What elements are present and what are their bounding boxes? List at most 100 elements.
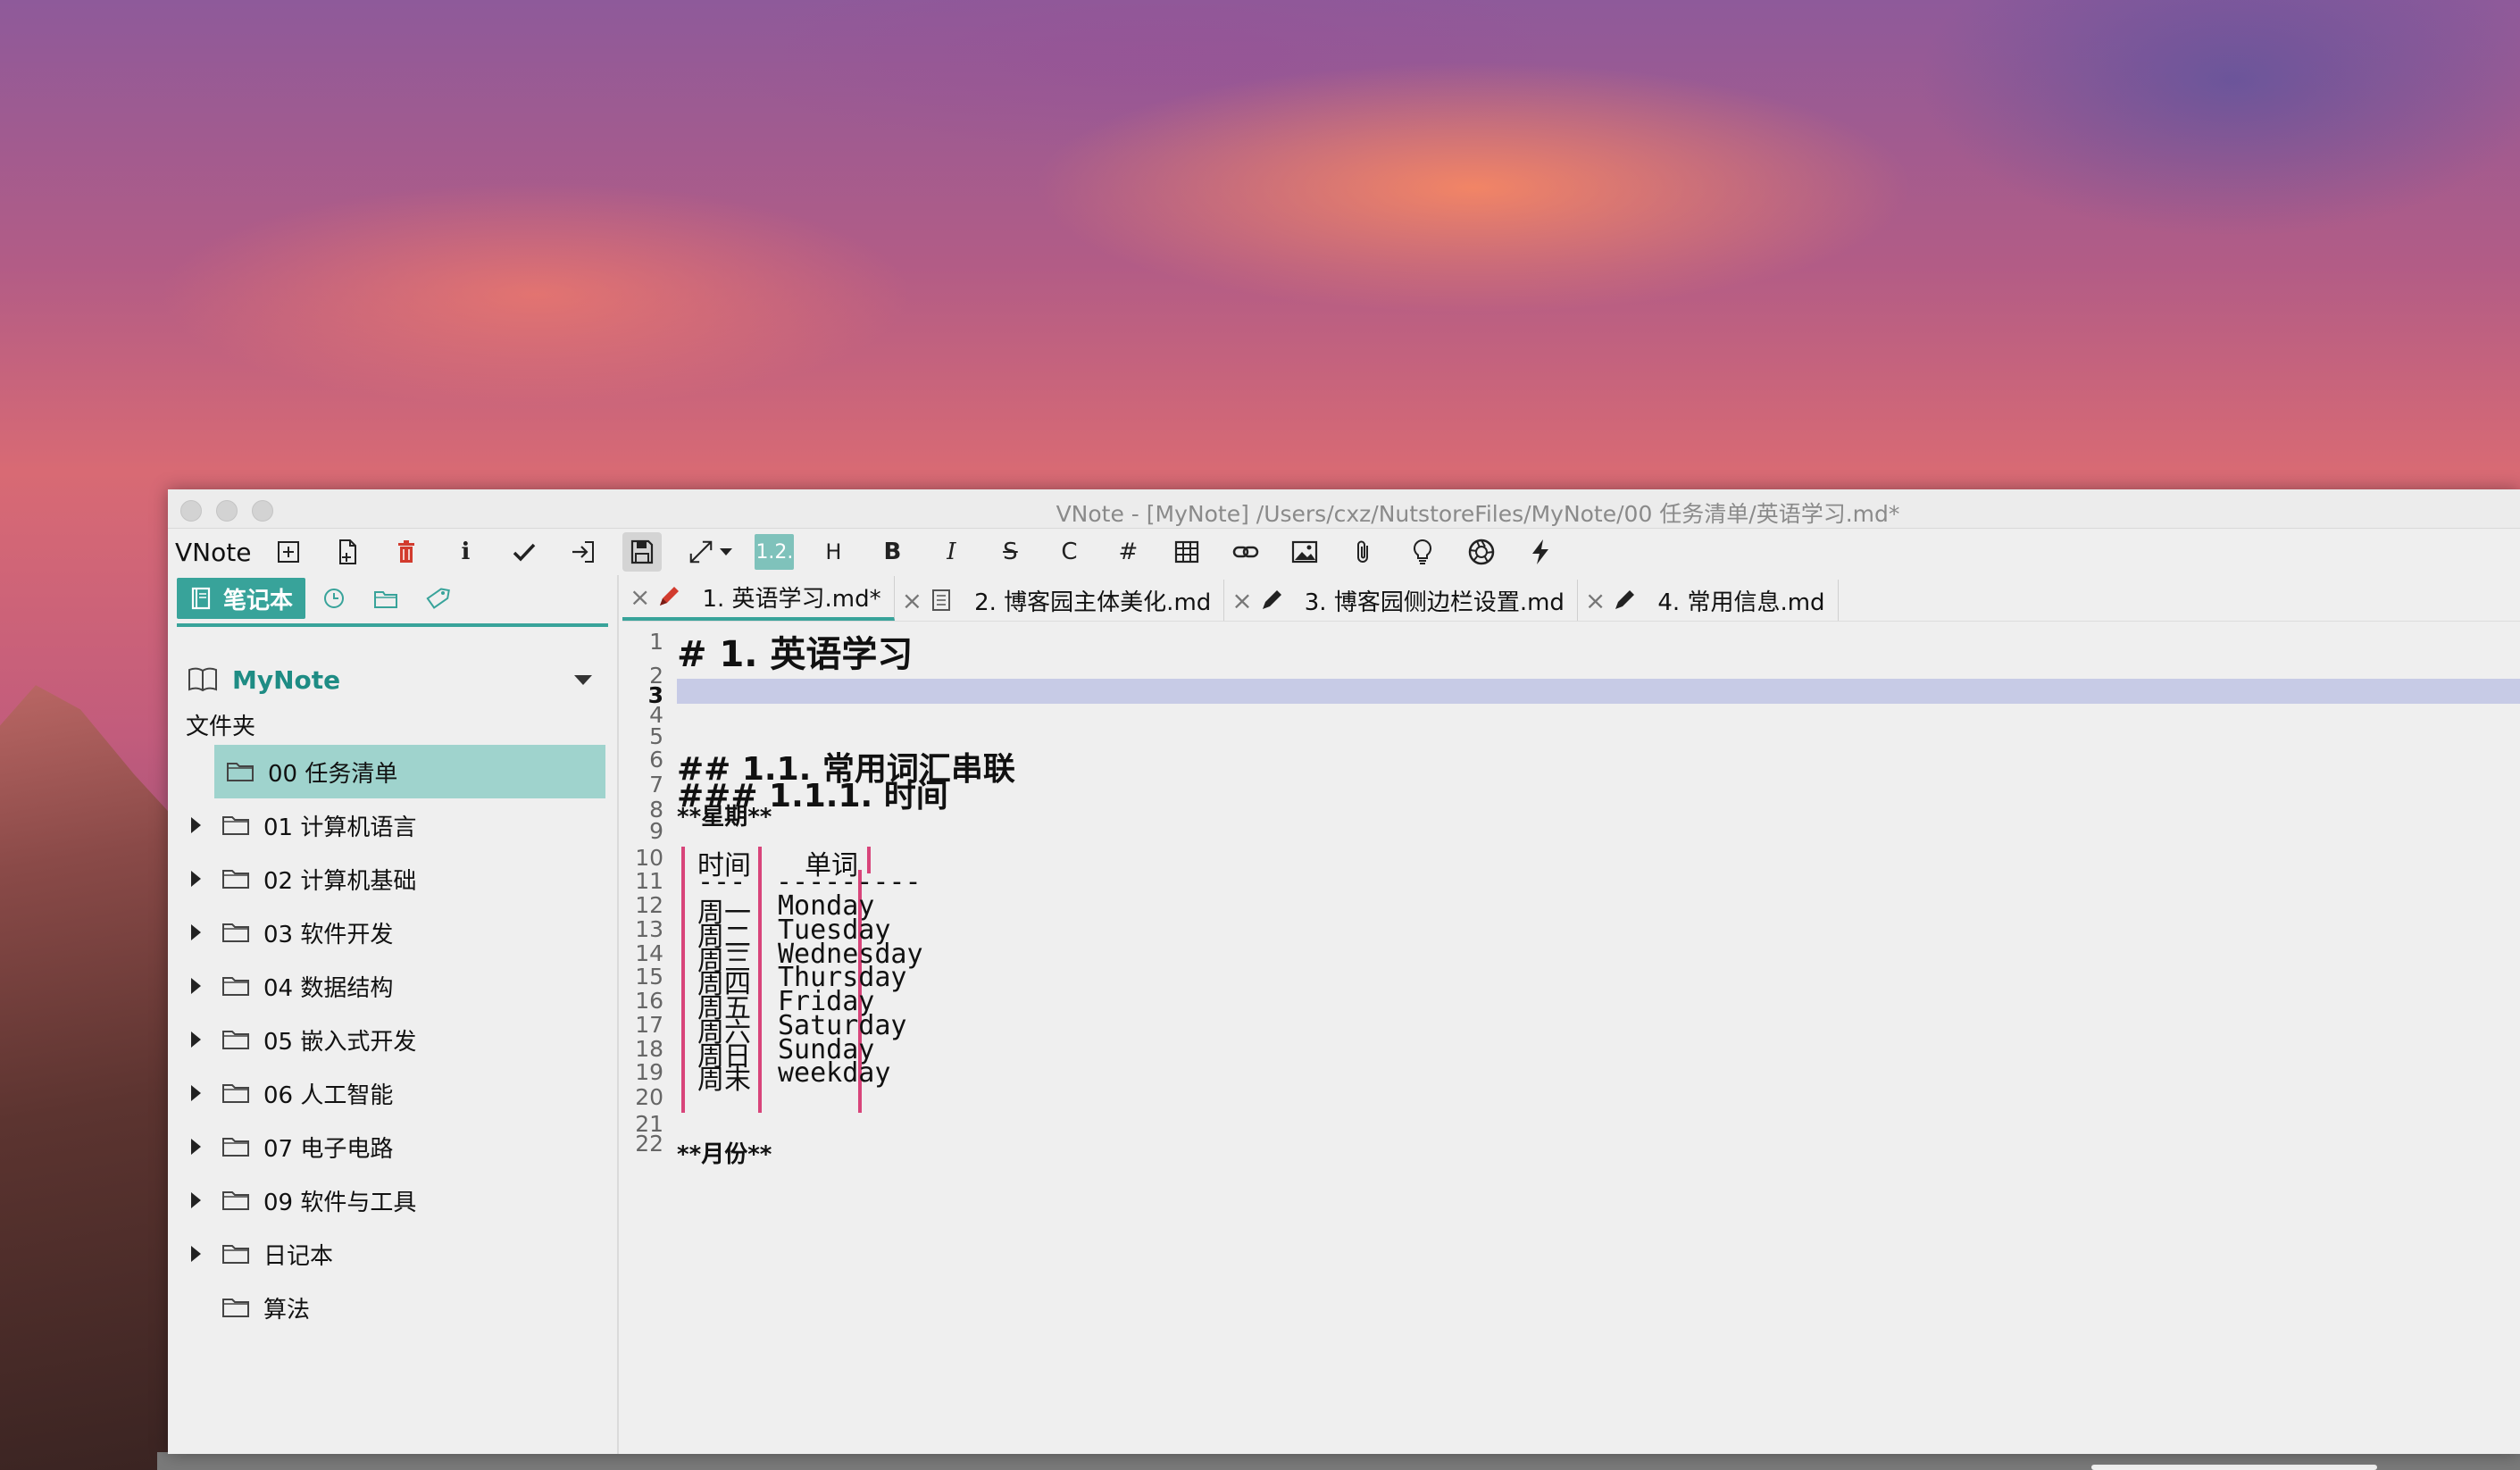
folder-label: 01 计算机语言: [263, 814, 417, 841]
markdown-heading-1: # 1. 英语学习: [677, 634, 914, 675]
clock-icon: [324, 589, 345, 608]
table-pipe: [681, 1061, 685, 1088]
save-icon: [631, 539, 654, 564]
folder-icon: [222, 1138, 249, 1157]
save-button[interactable]: [622, 532, 663, 572]
notebook-panel: 笔记本 MyNote 文件夹 00 任务清单 01 计算机语言 02 计算机基础 03…: [168, 575, 619, 1454]
close-icon[interactable]: ×: [902, 586, 922, 615]
folder-item[interactable]: 00 任务清单: [214, 745, 605, 798]
table-pipe: [758, 894, 762, 921]
table-pipe: [681, 1086, 685, 1113]
tab-note[interactable]: × 2. 博客园主体美化.md: [895, 580, 1225, 621]
folder-section-label: 文件夹: [186, 714, 256, 740]
folder-item[interactable]: 04 数据结构: [168, 959, 617, 1013]
folder-icon: [222, 870, 249, 889]
attachment-button[interactable]: [1344, 532, 1383, 572]
folder-icon: [227, 763, 254, 781]
link-button[interactable]: [1226, 532, 1265, 572]
expand-arrow-icon[interactable]: [191, 924, 201, 940]
folder-item[interactable]: 06 人工智能: [168, 1066, 617, 1120]
snapshot-button[interactable]: [1462, 532, 1501, 572]
notebook-icon: [191, 587, 211, 610]
current-line-highlight: [677, 679, 2520, 704]
editor-tabs: × 1. 英语学习.md* × 2. 博客园主体美化.md × 3. 博客园侧边栏设置.m…: [622, 575, 2520, 622]
tab-label: 4. 常用信息.md: [1657, 589, 1825, 616]
expand-arrow-icon[interactable]: [191, 1246, 201, 1262]
folder-item[interactable]: 02 计算机基础: [168, 852, 617, 906]
pencil-icon: [1262, 590, 1281, 609]
folder-item[interactable]: 03 软件开发: [168, 906, 617, 959]
folder-label: 09 软件与工具: [263, 1189, 417, 1216]
tab-history[interactable]: [311, 578, 357, 619]
folder-item[interactable]: 算法: [168, 1281, 617, 1334]
heading-sequence-button[interactable]: 1.2.: [755, 532, 795, 572]
sidebar-tabs: 笔记本: [168, 575, 617, 622]
table-pipe: [681, 918, 685, 945]
expand-mode-button[interactable]: [681, 532, 738, 572]
expand-arrow-icon[interactable]: [191, 1192, 201, 1208]
line-number: 13: [635, 916, 663, 942]
inline-code-button[interactable]: C: [1049, 532, 1089, 572]
close-icon[interactable]: ×: [1231, 586, 1252, 615]
tab-tags[interactable]: [414, 578, 461, 619]
expand-arrow-icon[interactable]: [191, 1085, 201, 1101]
open-book-icon: [188, 667, 217, 692]
folder-icon: [222, 1031, 249, 1049]
notebook-name: MyNote: [232, 664, 341, 695]
tab-explorer[interactable]: [363, 578, 409, 619]
expand-arrow-icon[interactable]: [191, 817, 201, 833]
table-pipe: [681, 990, 685, 1016]
folder-item[interactable]: 日记本: [168, 1227, 617, 1281]
app-name: VNote: [175, 537, 252, 567]
tag-icon: [426, 588, 450, 609]
tab-note[interactable]: × 4. 常用信息.md: [1578, 580, 1839, 621]
delete-note-button[interactable]: [387, 532, 426, 572]
tab-note[interactable]: × 3. 博客园侧边栏设置.md: [1224, 580, 1578, 621]
tab-note[interactable]: × 1. 英语学习.md*: [622, 576, 895, 621]
wallpaper-mountain: [0, 685, 179, 1470]
folder-icon: [222, 1191, 249, 1210]
table-pipe: [758, 870, 762, 897]
folder-label: 04 数据结构: [263, 974, 394, 1002]
folder-label: 日记本: [263, 1242, 334, 1270]
image-icon: [1292, 540, 1318, 564]
line-number: 20: [635, 1084, 663, 1110]
idea-button[interactable]: [1403, 532, 1442, 572]
notebook-selector[interactable]: MyNote: [168, 656, 617, 704]
expand-arrow-icon[interactable]: [191, 871, 201, 887]
bold-button[interactable]: B: [872, 532, 912, 572]
strikethrough-button[interactable]: S: [990, 532, 1030, 572]
new-note-button[interactable]: [328, 532, 367, 572]
heading-button[interactable]: H: [814, 532, 853, 572]
folder-label: 02 计算机基础: [263, 867, 417, 895]
close-icon[interactable]: ×: [630, 582, 650, 612]
line-number: 17: [635, 1012, 663, 1038]
quick-action-button[interactable]: [1521, 532, 1560, 572]
tab-label: 3. 博客园侧边栏设置.md: [1304, 589, 1565, 616]
expand-arrow-icon[interactable]: [191, 1032, 201, 1048]
export-button[interactable]: [563, 532, 603, 572]
line-number: 18: [635, 1036, 663, 1062]
new-notebook-button[interactable]: [269, 532, 308, 572]
title-bar: VNote - [MyNote] /Users/cxz/NutstoreFile…: [168, 489, 2520, 529]
table-pipe: [758, 918, 762, 945]
folder-item[interactable]: 09 软件与工具: [168, 1173, 617, 1227]
tab-notebook[interactable]: 笔记本: [177, 578, 306, 619]
note-info-button[interactable]: i: [446, 532, 485, 572]
table-button[interactable]: [1167, 532, 1206, 572]
image-button[interactable]: [1285, 532, 1324, 572]
folder-item[interactable]: 07 电子电路: [168, 1120, 617, 1173]
complete-button[interactable]: [505, 532, 544, 572]
folder-item[interactable]: 05 嵌入式开发: [168, 1013, 617, 1066]
table-pipe: [758, 965, 762, 992]
table-pipe: [858, 1086, 862, 1113]
close-icon[interactable]: ×: [1585, 586, 1606, 615]
italic-button[interactable]: I: [931, 532, 971, 572]
aperture-icon: [1469, 539, 1495, 565]
line-number: 6: [649, 747, 663, 773]
code-block-button[interactable]: #: [1108, 532, 1147, 572]
expand-arrow-icon[interactable]: [191, 978, 201, 994]
folder-item[interactable]: 01 计算机语言: [168, 798, 617, 852]
trash-icon: [398, 540, 415, 563]
expand-arrow-icon[interactable]: [191, 1139, 201, 1155]
